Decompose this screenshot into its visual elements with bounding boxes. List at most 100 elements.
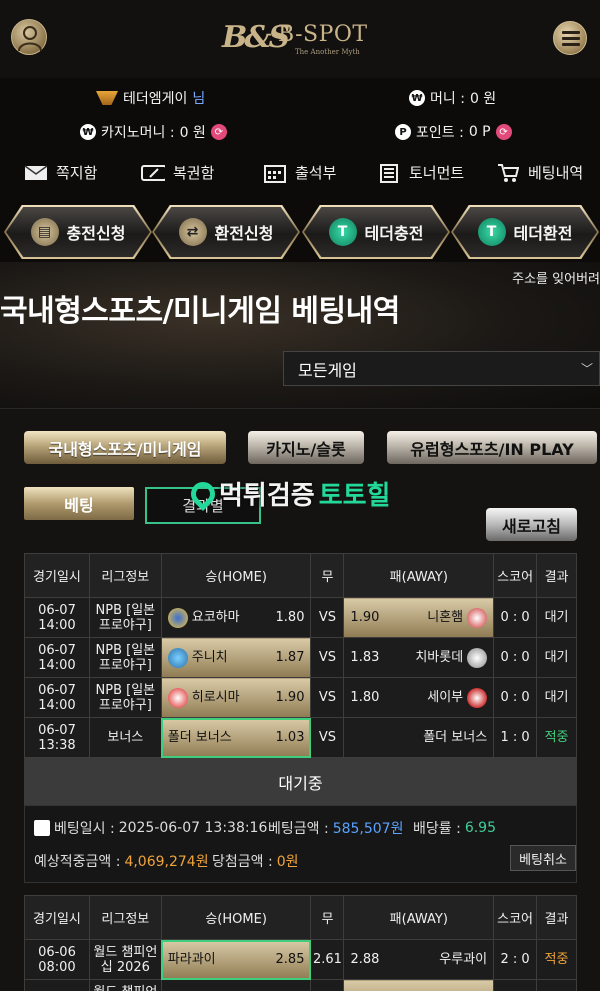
tab-domestic-label: 국내형스포츠/미니게임 xyxy=(48,439,202,459)
refresh-button[interactable]: 새로고침 xyxy=(486,508,577,541)
select-checkbox[interactable] xyxy=(34,820,50,836)
result: 대기 xyxy=(536,677,577,718)
won-coin-icon: ₩ xyxy=(409,90,425,106)
win-row: 당첨금액 : 0원 xyxy=(212,851,298,871)
bet-rate-label: 배당률 : xyxy=(413,821,461,837)
logo-name: B-SPOT xyxy=(278,22,368,47)
bet-status-bar: 대기중 xyxy=(24,758,577,805)
honorific: 님 xyxy=(192,91,206,107)
money-row: ₩ 머니 : 0 원 xyxy=(409,88,496,108)
expected-row: 예상적중금액 : 4,069,274원 xyxy=(34,851,209,871)
casino-label: 카지노머니 : xyxy=(101,125,175,141)
username: 테더엠게이 xyxy=(123,91,188,107)
score: 0 : 0 xyxy=(493,597,538,638)
game-filter-select[interactable]: 모든게임 ﹀ xyxy=(283,351,600,386)
away-odd: 1.83 xyxy=(350,650,380,665)
header: B&S B-SPOT The Another Myth xyxy=(0,0,600,78)
deposit-icon: ▤ xyxy=(30,218,59,246)
bet-amount-label: 베팅금액 : xyxy=(268,821,329,837)
deposit-button[interactable]: ▤ 충전신청 xyxy=(6,207,150,257)
col-league: 리그정보 xyxy=(88,553,162,598)
expected-label: 예상적중금액 : xyxy=(34,854,121,870)
tab-euro-label: 유럽형스포츠/IN PLAY xyxy=(410,439,574,459)
site-logo[interactable]: B&S B-SPOT The Another Myth xyxy=(222,20,382,60)
away-cell-selected[interactable]: 1.90 니혼햄 xyxy=(343,597,495,638)
away-cell[interactable]: 1.83 치바롯데 xyxy=(343,637,495,678)
building-icon xyxy=(377,163,401,183)
nav-messages[interactable]: 쪽지함 xyxy=(24,162,97,183)
tab-casino-slot[interactable]: 카지노/슬롯 xyxy=(248,431,364,464)
nav-bet-history[interactable]: 베팅내역 xyxy=(496,162,583,183)
tab-euro-sports[interactable]: 유럽형스포츠/IN PLAY xyxy=(387,431,597,464)
table-header-row: 경기일시 리그정보 승(HOME) 무 패(AWAY) 스코어 결과 xyxy=(24,895,577,940)
rank-badge-icon xyxy=(96,91,118,105)
home-cell[interactable] xyxy=(160,979,312,991)
point-row: P 포인트 : 0 P ⟳ xyxy=(395,122,512,142)
cancel-bet-button[interactable]: 베팅취소 xyxy=(510,845,576,871)
exchange-icon: ⇄ xyxy=(178,218,207,246)
col-result: 결과 xyxy=(536,553,577,598)
col-draw: 무 xyxy=(310,895,345,940)
user-name-row: 테더엠게이 님 xyxy=(96,88,205,108)
draw-cell: VS xyxy=(310,637,345,678)
calendar-icon xyxy=(263,163,287,183)
chevron-down-icon: ﹀ xyxy=(580,362,593,376)
away-cell[interactable]: 1.80 세이부 xyxy=(343,677,495,718)
home-cell[interactable]: 요코하마 1.80 xyxy=(160,597,312,638)
subtab-bet[interactable]: 베팅 xyxy=(24,487,134,520)
home-odd: 1.03 xyxy=(275,730,305,745)
result: 적중 xyxy=(536,939,577,980)
home-cell-selected[interactable]: 파라과이 2.85 xyxy=(160,939,312,980)
bet-amount-row: 베팅금액 : 585,507원 xyxy=(268,818,403,838)
league-info: 월드 챔피언십 xyxy=(88,979,162,991)
tether-deposit-button[interactable]: T 테더충전 xyxy=(304,207,448,257)
win-value: 0원 xyxy=(276,854,299,870)
home-cell-selected[interactable]: 히로시마 1.90 xyxy=(160,677,312,718)
nav-tournament[interactable]: 토너먼트 xyxy=(377,162,464,183)
marquee-notice: 주소를 잊어버려 xyxy=(512,272,600,287)
team-logo-icon xyxy=(467,647,488,668)
nav-bet-history-label: 베팅내역 xyxy=(528,164,584,182)
col-result: 결과 xyxy=(536,895,577,940)
table-row: 06-07 14:00 NPB [일본 프로야구] 요코하마 1.80 VS 1.9… xyxy=(24,597,577,638)
away-cell[interactable] xyxy=(343,979,495,991)
hamburger-menu-icon[interactable] xyxy=(553,21,587,55)
away-odd: 1.80 xyxy=(350,690,380,705)
tether-withdraw-button[interactable]: T 테더환전 xyxy=(453,207,597,257)
casino-money-row: ₩ 카지노머니 : 0 원 ⟳ xyxy=(80,122,227,142)
score: 1 : 0 xyxy=(493,717,538,758)
result xyxy=(536,979,577,991)
col-home: 승(HOME) xyxy=(160,895,312,940)
refresh-point-icon[interactable]: ⟳ xyxy=(495,124,512,140)
refresh-casino-icon[interactable]: ⟳ xyxy=(210,124,227,140)
away-cell[interactable]: 2.88 우루과이 xyxy=(343,939,495,980)
col-draw: 무 xyxy=(310,553,345,598)
home-cell-selected[interactable]: 폴더 보너스 1.03 xyxy=(160,717,312,758)
casino-value: 0 원 xyxy=(179,125,206,141)
withdraw-button[interactable]: ⇄ 환전신청 xyxy=(154,207,298,257)
draw-cell[interactable]: 2.61 xyxy=(310,939,345,980)
table-header-row: 경기일시 리그정보 승(HOME) 무 패(AWAY) 스코어 결과 xyxy=(24,553,577,598)
home-team: 히로시마 xyxy=(191,690,240,705)
bet-date-label: 베팅일시 : xyxy=(54,821,115,837)
money-label: 머니 : xyxy=(430,91,465,107)
team-logo-icon xyxy=(167,687,188,708)
profile-icon[interactable] xyxy=(11,19,47,55)
draw-cell: VS xyxy=(310,717,345,758)
away-team: 니혼햄 xyxy=(427,610,464,625)
tether-withdraw-label: 테더환전 xyxy=(513,224,573,243)
nav-attendance[interactable]: 출석부 xyxy=(263,162,336,183)
won-coin-icon: ₩ xyxy=(80,124,96,140)
home-odd: 2.85 xyxy=(275,952,305,967)
home-cell-selected[interactable]: 주니치 1.87 xyxy=(160,637,312,678)
score: 2 : 0 xyxy=(493,939,538,980)
location-pin-icon xyxy=(186,476,220,511)
table-row: 06-06 08:00 월드 챔피언십 2026 파라과이 2.85 2.61 2.… xyxy=(24,939,577,980)
tab-domestic-sports[interactable]: 국내형스포츠/미니게임 xyxy=(24,431,226,464)
table-row: 06-07 14:00 NPB [일본 프로야구] 히로시마 1.90 VS 1.8… xyxy=(24,677,577,718)
team-logo-icon xyxy=(467,687,488,708)
nav-lottery-label: 복권함 xyxy=(173,164,215,182)
envelope-icon xyxy=(24,163,48,183)
nav-lottery[interactable]: 복권함 xyxy=(141,162,214,183)
bet-table-2: 경기일시 리그정보 승(HOME) 무 패(AWAY) 스코어 결과 06-06… xyxy=(24,895,577,991)
